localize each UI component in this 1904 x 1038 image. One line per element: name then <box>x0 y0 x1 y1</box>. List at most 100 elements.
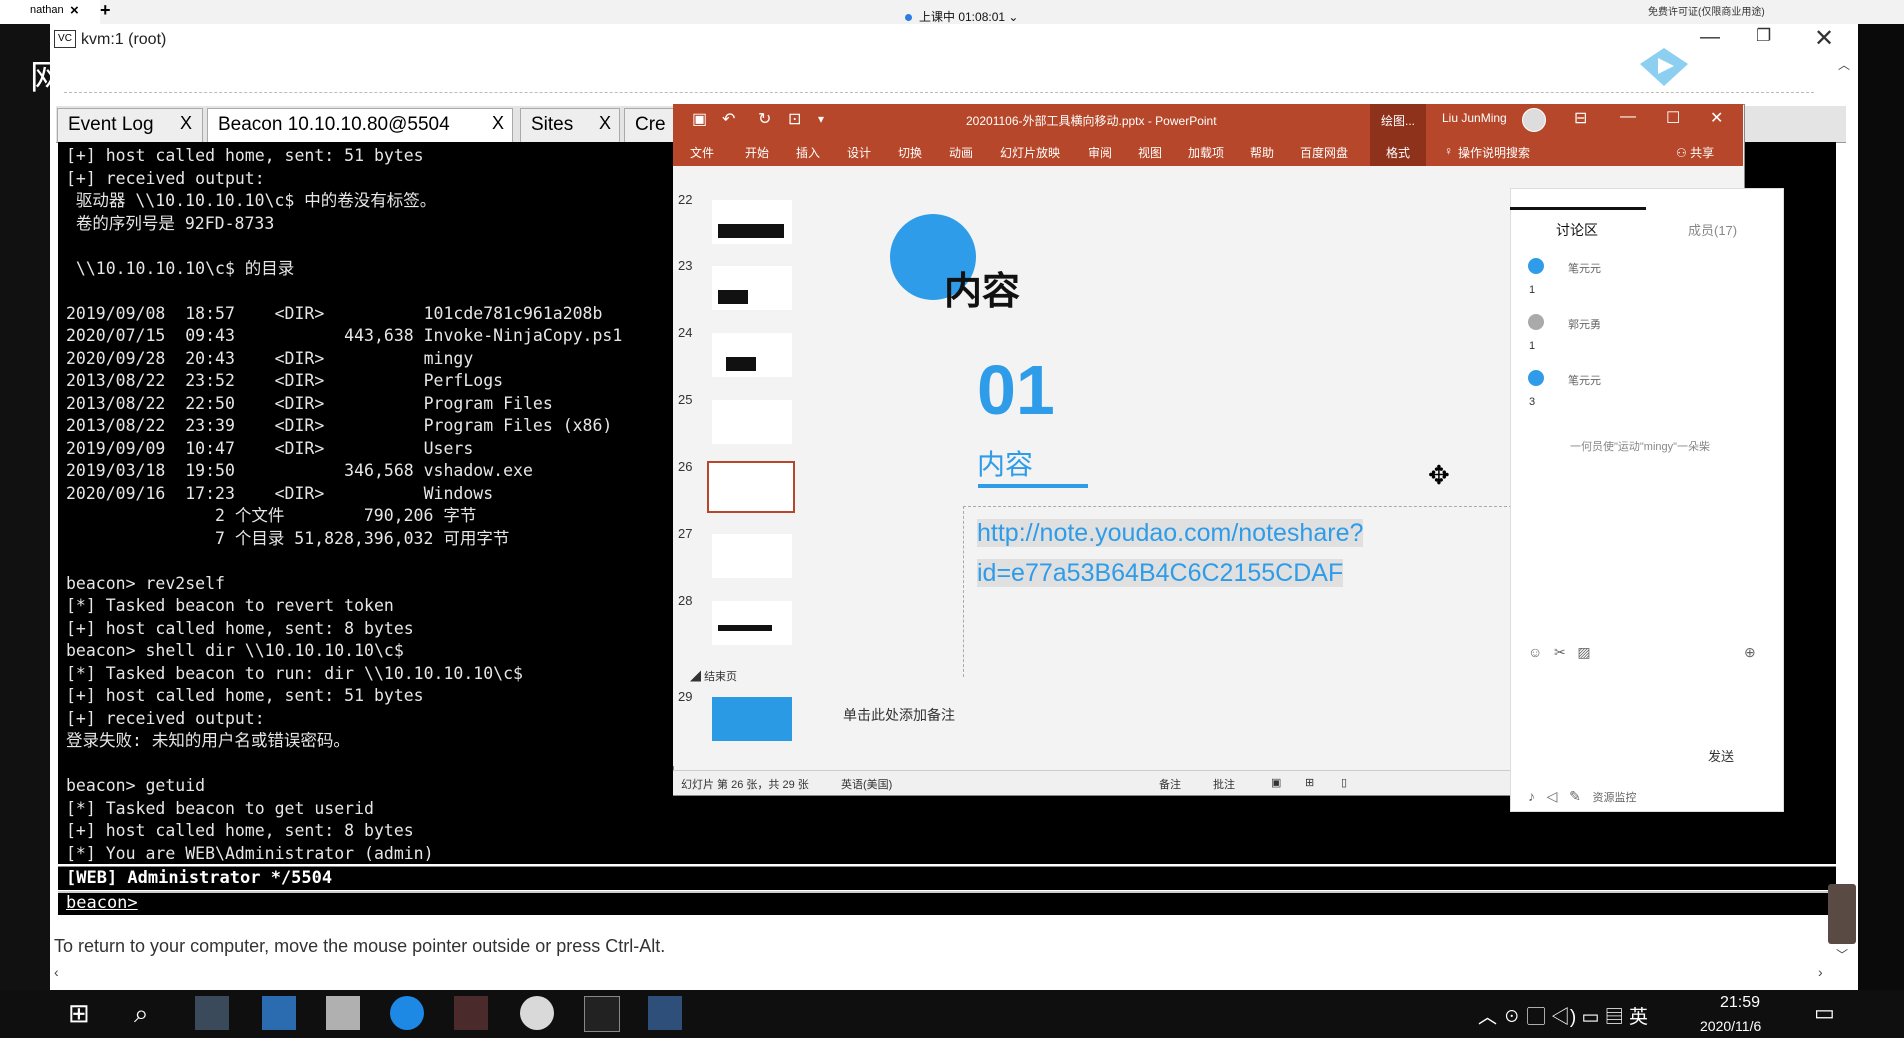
scroll-up-icon[interactable]: ︿ <box>1838 56 1850 73</box>
slide-thumbnail-selected[interactable] <box>707 461 795 513</box>
menu-home[interactable]: 开始 <box>745 144 769 161</box>
host-tab-nathan[interactable]: nathan <box>0 0 100 24</box>
tab-close-icon[interactable]: X <box>180 113 192 134</box>
share-button[interactable]: ⚇ 共享 <box>1676 144 1714 161</box>
customize-icon[interactable]: ▾ <box>818 112 824 126</box>
menu-transitions[interactable]: 切换 <box>898 144 922 161</box>
slide-title[interactable]: 内容 <box>944 260 1020 315</box>
scroll-left-icon[interactable]: ‹ <box>54 964 59 980</box>
speaker-icon[interactable]: ◁ <box>1547 788 1558 804</box>
command-input[interactable]: beacon> <box>58 891 1836 915</box>
ime-indicator[interactable]: 英 <box>1629 1007 1648 1028</box>
ppt-close-button[interactable]: ✕ <box>1710 108 1723 128</box>
language-status[interactable]: 英语(美国) <box>841 776 892 792</box>
tray-app-icon[interactable]: ☉ <box>1502 1007 1521 1028</box>
menu-design[interactable]: 设计 <box>847 144 871 161</box>
menu-baidu[interactable]: 百度网盘 <box>1300 144 1348 161</box>
emoji-icon[interactable]: ☺ <box>1528 644 1542 660</box>
notes-placeholder[interactable]: 单击此处添加备注 <box>843 705 955 725</box>
slide-thumbnail[interactable] <box>712 266 792 310</box>
slide-thumbnail[interactable] <box>712 400 792 444</box>
slide-thumbnail[interactable] <box>712 601 792 645</box>
maximize-button[interactable]: ❐ <box>1756 26 1771 46</box>
notification-icon[interactable]: ▭ <box>1814 1000 1835 1026</box>
add-icon[interactable]: ⊕ <box>1744 644 1756 661</box>
edge-icon[interactable] <box>390 996 424 1030</box>
tab-beacon[interactable]: Beacon 10.10.10.80@5504 X <box>207 108 513 142</box>
draw-button[interactable]: 绘图... <box>1370 104 1426 138</box>
tab-discussion[interactable]: 讨论区 <box>1556 220 1598 240</box>
battery-icon[interactable]: ▭ <box>1582 1007 1600 1028</box>
slide-thumbnail[interactable] <box>712 333 792 377</box>
taskview-icon[interactable] <box>195 996 229 1030</box>
save-icon[interactable]: ▣ <box>692 109 707 129</box>
user-name[interactable]: Liu JunMing <box>1442 111 1507 125</box>
ribbon-display-icon[interactable]: ⊟ <box>1574 108 1587 128</box>
network-icon[interactable]: ▤ <box>1605 1007 1624 1028</box>
host-tab-close-icon[interactable]: × <box>70 2 79 19</box>
image-icon[interactable]: ▨ <box>1577 644 1590 660</box>
menu-animations[interactable]: 动画 <box>949 144 973 161</box>
chevron-up-icon[interactable]: ︿ <box>1478 1007 1497 1028</box>
explorer-icon[interactable] <box>326 996 360 1030</box>
slide-link[interactable]: http://note.youdao.com/noteshare?id=e77a… <box>977 513 1507 593</box>
class-status[interactable]: 上课中 01:08:01 ⌄ <box>905 8 1018 25</box>
slide-section-number[interactable]: 01 <box>977 350 1055 430</box>
scroll-handle[interactable] <box>1828 884 1856 944</box>
terminal-icon[interactable] <box>584 996 620 1032</box>
slide-subtitle[interactable]: 内容 <box>977 443 1033 483</box>
normal-view-icon[interactable]: ▣ <box>1271 776 1281 789</box>
menu-slideshow[interactable]: 幻灯片放映 <box>1000 144 1060 161</box>
minimize-button[interactable]: — <box>1700 26 1720 49</box>
tab-event-log[interactable]: Event Log X <box>57 108 203 142</box>
app-icon[interactable] <box>454 996 488 1030</box>
pen-icon[interactable]: ✎ <box>1569 788 1581 804</box>
close-button[interactable]: ✕ <box>1814 24 1834 53</box>
ppt-minimize-button[interactable]: — <box>1620 108 1636 126</box>
undo-icon[interactable]: ↶ <box>722 109 735 129</box>
slide-thumbnail[interactable] <box>712 697 792 741</box>
tab-sites[interactable]: Sites X <box>520 108 620 142</box>
vm-window-title: kvm:1 (root) <box>81 31 167 48</box>
menu-file[interactable]: 文件 <box>690 144 714 161</box>
reading-view-icon[interactable]: ▯ <box>1341 776 1347 789</box>
search-icon[interactable]: ⌕ <box>134 998 149 1030</box>
avatar[interactable] <box>1522 108 1546 132</box>
ppt-maximize-button[interactable]: ☐ <box>1666 108 1680 128</box>
console-line: 2013/08/22 22:50 <DIR> Program Files <box>66 393 553 413</box>
tab-members[interactable]: 成员(17) <box>1688 220 1737 239</box>
tell-me-search[interactable]: 操作说明搜索 <box>1438 144 1530 161</box>
redo-icon[interactable]: ↻ <box>758 109 771 129</box>
clock-date[interactable]: 2020/11/6 <box>1700 1018 1761 1034</box>
resource-monitor[interactable]: 资源监控 <box>1593 792 1637 804</box>
mic-icon[interactable]: ♪ <box>1528 788 1535 804</box>
remote-icon[interactable] <box>262 996 296 1030</box>
menu-format[interactable]: 格式 <box>1370 138 1426 166</box>
vnc-icon[interactable] <box>648 996 682 1030</box>
menu-insert[interactable]: 插入 <box>796 144 820 161</box>
scroll-down-icon[interactable]: ﹀ <box>1836 946 1848 963</box>
slide-thumbnail[interactable] <box>712 200 792 244</box>
menu-view[interactable]: 视图 <box>1138 144 1162 161</box>
clock-time[interactable]: 21:59 <box>1720 994 1760 1012</box>
sorter-view-icon[interactable]: ⊞ <box>1305 776 1314 789</box>
tab-close-icon[interactable]: X <box>599 113 611 134</box>
scroll-right-icon[interactable]: › <box>1818 964 1823 980</box>
scissors-icon[interactable]: ✂ <box>1554 644 1566 660</box>
new-tab-icon[interactable]: + <box>100 0 111 21</box>
section-end[interactable]: ◢ 结束页 <box>690 668 737 684</box>
chrome-icon[interactable] <box>520 996 554 1030</box>
menu-review[interactable]: 审阅 <box>1088 144 1112 161</box>
comments-button[interactable]: 批注 <box>1213 776 1235 792</box>
start-icon[interactable]: ⊞ <box>68 998 90 1029</box>
tab-close-icon[interactable]: X <box>492 113 504 134</box>
link-text[interactable]: http://note.youdao.com/noteshare?id=e77a… <box>977 519 1364 587</box>
volume-icon[interactable]: ◁) <box>1551 1007 1576 1028</box>
menu-addins[interactable]: 加载项 <box>1188 144 1224 161</box>
notes-button[interactable]: 备注 <box>1159 776 1181 792</box>
present-icon[interactable]: ⊡ <box>788 109 801 129</box>
menu-help[interactable]: 帮助 <box>1250 144 1274 161</box>
send-button[interactable]: 发送 <box>1708 746 1734 765</box>
slide-thumbnail[interactable] <box>712 534 792 578</box>
chat-icon[interactable]: ▢ <box>1527 1007 1546 1028</box>
